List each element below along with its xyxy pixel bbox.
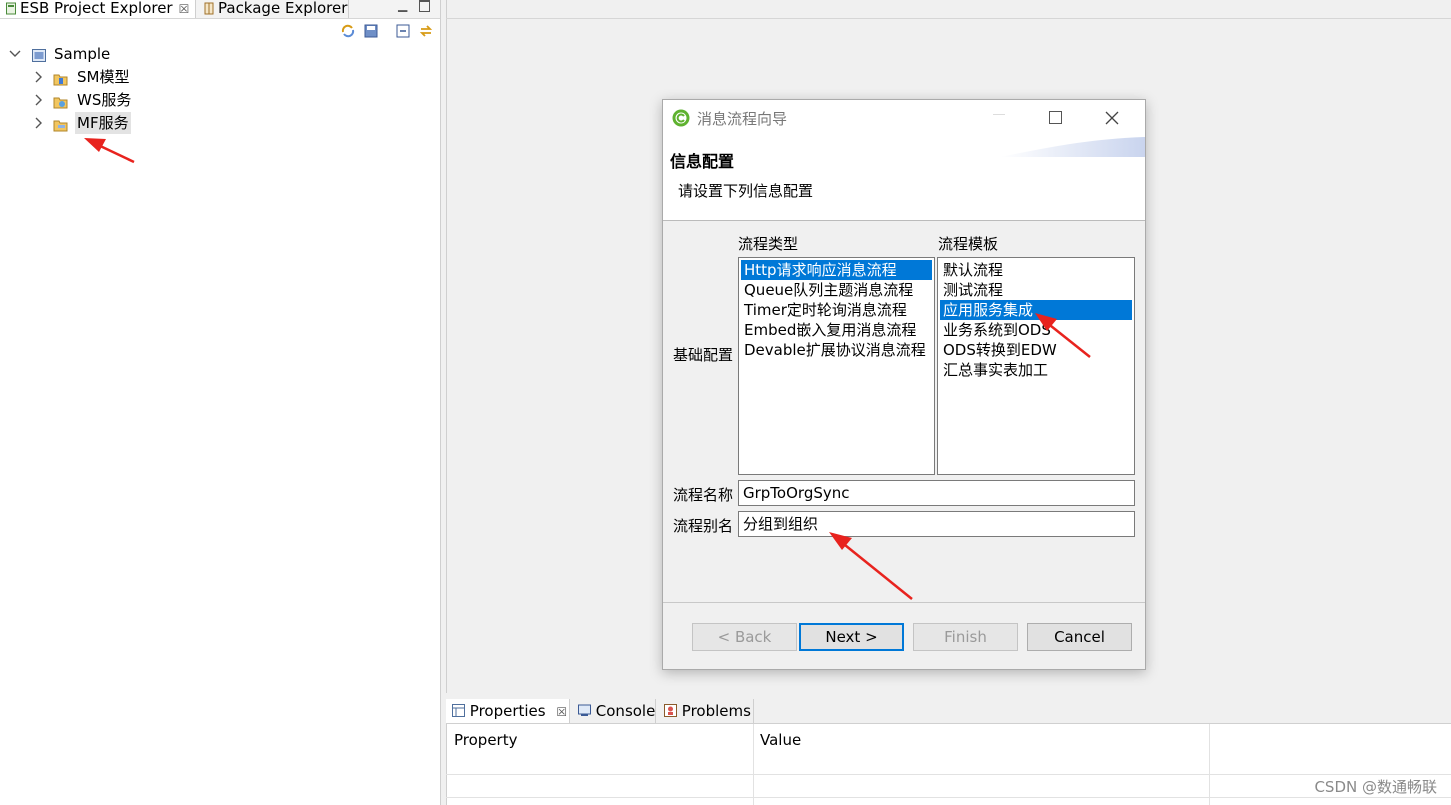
tab-label: Problems — [681, 702, 751, 720]
save-icon[interactable] — [364, 24, 378, 38]
list-item[interactable]: 业务系统到ODS — [940, 320, 1132, 340]
list-item[interactable]: 应用服务集成 — [940, 300, 1132, 320]
tree-item-label: WS服务 — [77, 91, 132, 109]
column-header-value[interactable]: Value — [760, 731, 801, 749]
finish-button[interactable]: Finish — [913, 623, 1018, 651]
tree-item-label: MF服务 — [75, 112, 131, 134]
service-folder-icon — [53, 93, 68, 109]
tab-console[interactable]: Console — [572, 699, 656, 723]
wizard-banner-graphic — [1000, 137, 1145, 157]
tree-item-label: Sample — [54, 45, 111, 63]
sync-icon[interactable] — [341, 24, 355, 38]
watermark: CSDN @数通畅联 — [1314, 778, 1437, 796]
tree-item-ws-service[interactable]: WS服务 — [0, 89, 440, 111]
cancel-button[interactable]: Cancel — [1027, 623, 1132, 651]
list-item[interactable]: ODS转换到EDW — [940, 340, 1132, 360]
app-icon — [672, 109, 690, 127]
link-with-editor-icon[interactable] — [419, 24, 433, 38]
row-divider — [446, 797, 1451, 798]
flow-template-label: 流程模板 — [938, 235, 999, 253]
model-folder-icon — [53, 70, 68, 86]
list-item[interactable]: 汇总事实表加工 — [940, 360, 1132, 380]
wizard-page-description: 请设置下列信息配置 — [678, 182, 814, 200]
column-divider[interactable] — [1209, 724, 1210, 805]
tab-label: ESB Project Explorer — [20, 0, 173, 17]
esb-explorer-icon — [6, 2, 16, 15]
column-divider[interactable] — [753, 724, 754, 805]
problems-icon — [664, 702, 677, 720]
tab-label: Console — [595, 702, 656, 720]
console-icon — [578, 702, 591, 720]
tab-label: Package Explorer — [218, 0, 348, 17]
tree-item-label: SM模型 — [77, 68, 130, 86]
flow-name-label: 流程名称 — [673, 486, 734, 504]
collapse-all-icon[interactable] — [396, 24, 410, 38]
back-button[interactable]: < Back — [692, 623, 797, 651]
list-item[interactable]: Devable扩展协议消息流程 — [741, 340, 932, 360]
flow-alias-field[interactable]: 分组到组织 — [738, 511, 1135, 537]
list-item[interactable]: Embed嵌入复用消息流程 — [741, 320, 932, 340]
button-bar-separator — [663, 602, 1145, 603]
list-item[interactable]: 测试流程 — [940, 280, 1132, 300]
wizard-page-title: 信息配置 — [670, 152, 735, 171]
list-item[interactable]: 默认流程 — [940, 260, 1132, 280]
maximize-view-icon[interactable] — [419, 0, 430, 12]
tree-item-sample[interactable]: Sample — [0, 43, 440, 65]
basic-config-label: 基础配置 — [673, 346, 734, 364]
tab-esb-project-explorer[interactable]: ESB Project Explorer ☒ — [0, 0, 196, 18]
tree-item-mf-service[interactable]: MF服务 — [0, 112, 440, 134]
tab-package-explorer[interactable]: Package Explorer — [198, 0, 349, 18]
tab-properties[interactable]: Properties ☒ — [446, 699, 570, 723]
chevron-right-icon[interactable] — [33, 112, 43, 142]
flow-type-list[interactable]: Http请求响应消息流程 Queue队列主题消息流程 Timer定时轮询消息流程… — [738, 257, 935, 475]
maximize-icon[interactable] — [1049, 111, 1062, 124]
flow-template-list[interactable]: 默认流程 测试流程 应用服务集成 业务系统到ODS ODS转换到EDW 汇总事实… — [937, 257, 1135, 475]
flow-type-label: 流程类型 — [738, 235, 799, 253]
minimize-icon[interactable] — [993, 114, 1005, 115]
row-divider — [446, 774, 1451, 775]
list-item[interactable]: Queue队列主题消息流程 — [741, 280, 932, 300]
tab-label: Properties — [469, 702, 546, 720]
explorer-toolbar — [0, 19, 440, 43]
flow-alias-label: 流程别名 — [673, 517, 734, 535]
close-icon[interactable] — [1105, 105, 1119, 130]
tree-item-sm-model[interactable]: SM模型 — [0, 66, 440, 88]
flow-name-field[interactable]: GrpToOrgSync — [738, 480, 1135, 506]
next-button[interactable]: Next > — [799, 623, 904, 651]
minimize-view-icon[interactable]: ▁ — [398, 0, 407, 12]
project-icon — [32, 47, 47, 62]
list-item[interactable]: Timer定时轮询消息流程 — [741, 300, 932, 320]
close-icon[interactable]: ☒ — [179, 2, 190, 16]
column-header-property[interactable]: Property — [454, 731, 517, 749]
close-icon[interactable]: ☒ — [556, 705, 567, 719]
properties-icon — [452, 702, 465, 720]
dialog-title: 消息流程向导 — [697, 110, 788, 128]
editor-divider — [446, 18, 1451, 19]
tab-problems[interactable]: Problems — [658, 699, 754, 723]
package-explorer-icon — [204, 2, 214, 15]
list-item[interactable]: Http请求响应消息流程 — [741, 260, 932, 280]
flow-folder-icon — [53, 116, 68, 132]
